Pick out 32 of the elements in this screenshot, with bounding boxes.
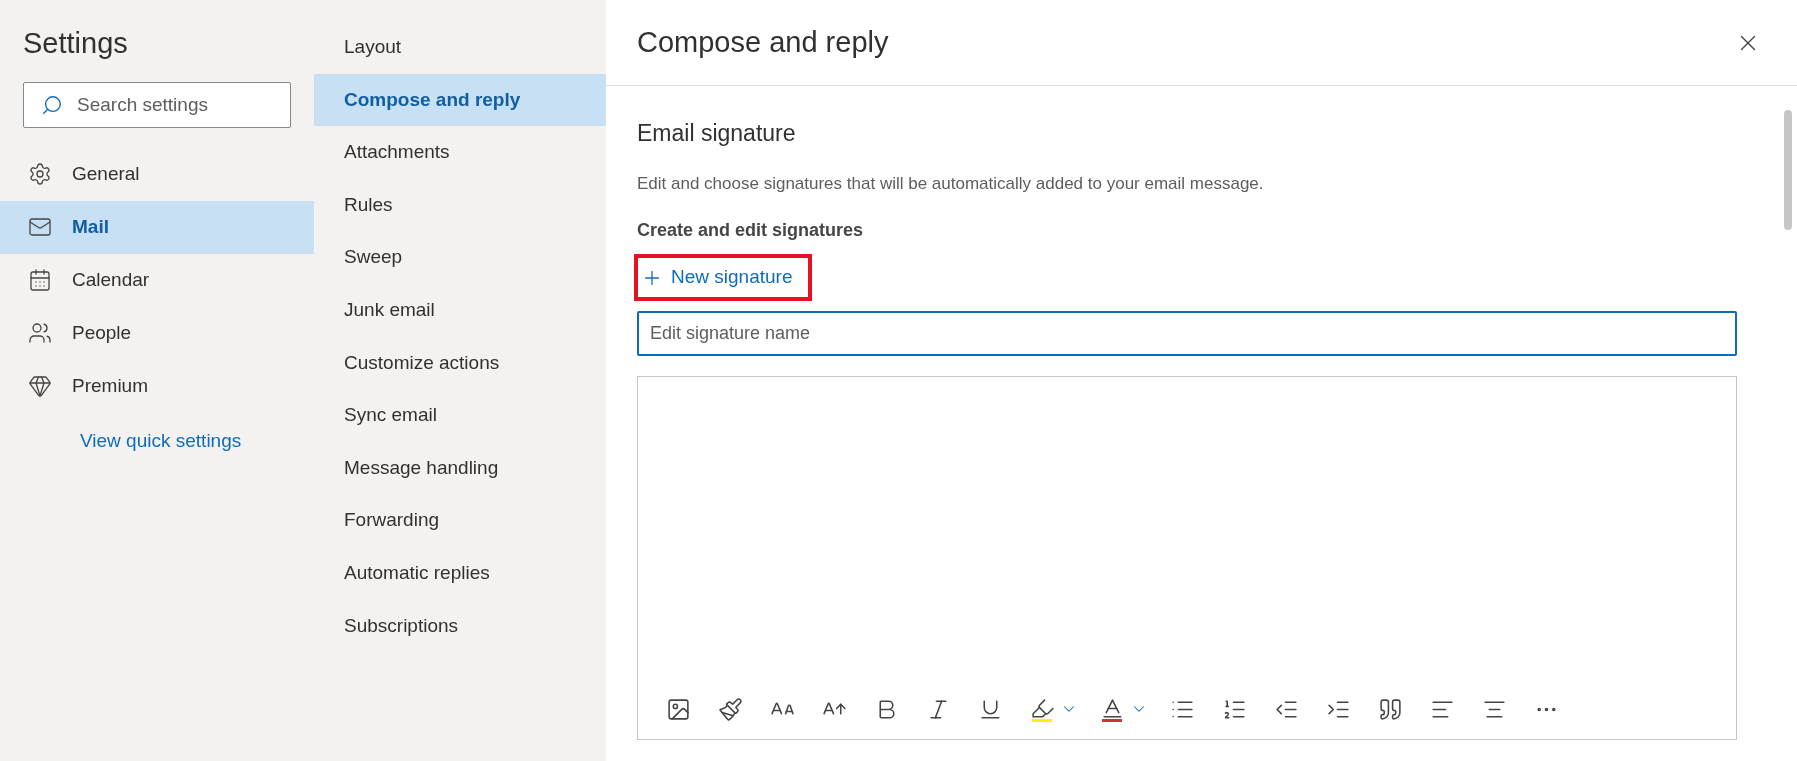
people-icon: [28, 321, 52, 345]
subnav-item[interactable]: Compose and reply: [314, 73, 606, 127]
new-signature-button[interactable]: New signature: [634, 254, 813, 301]
subheading: Create and edit signatures: [637, 219, 865, 242]
search-field[interactable]: Search settings: [23, 81, 291, 128]
gear-icon: [28, 162, 52, 186]
view-quick-settings-link[interactable]: View quick settings: [80, 426, 314, 455]
nav-item[interactable]: Premium: [0, 359, 314, 413]
nav-item[interactable]: General: [0, 147, 314, 201]
subnav-item[interactable]: Subscriptions: [314, 599, 606, 653]
nav-item[interactable]: People: [0, 306, 314, 360]
subnav-item[interactable]: Sweep: [314, 231, 606, 284]
envelope-icon: [28, 215, 52, 239]
panel-title: Compose and reply: [637, 24, 889, 60]
subnav-item[interactable]: Layout: [314, 21, 606, 74]
nav-item[interactable]: Calendar: [0, 253, 314, 307]
subnav-item[interactable]: Forwarding: [314, 494, 606, 547]
subnav-item[interactable]: Message handling: [314, 441, 606, 495]
subnav-item[interactable]: Rules: [314, 178, 606, 232]
nav-item[interactable]: Mail: [0, 200, 314, 254]
subnav-item[interactable]: Junk email: [314, 283, 606, 337]
subnav-item[interactable]: Automatic replies: [314, 546, 606, 600]
calendar-icon: [28, 268, 52, 292]
settings-title: Settings: [22, 26, 129, 61]
search-icon: [41, 93, 63, 116]
signature-name-field[interactable]: Edit signature name: [637, 311, 1737, 356]
description-text: Edit and choose signatures that will be automatically added to your email message.: [637, 172, 1265, 195]
subnav-item[interactable]: Sync email: [314, 389, 606, 442]
subnav-item[interactable]: Customize actions: [314, 336, 606, 390]
diamond-icon: [28, 374, 52, 398]
section-title: Email signature: [637, 119, 797, 148]
subnav-item[interactable]: Attachments: [314, 126, 606, 179]
